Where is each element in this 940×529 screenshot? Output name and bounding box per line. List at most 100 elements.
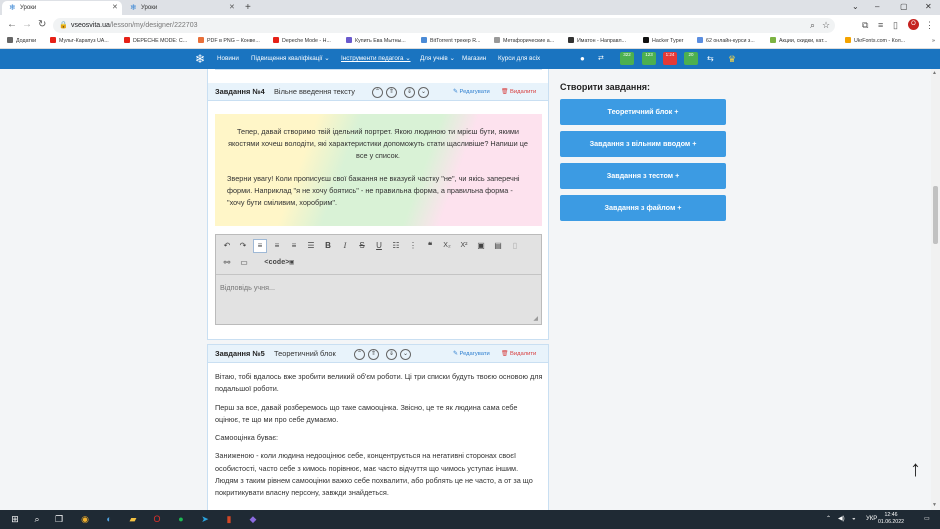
- edge-icon[interactable]: ◐: [102, 513, 116, 526]
- back-icon[interactable]: ←: [7, 18, 17, 32]
- tab-search-icon[interactable]: ⌄: [852, 0, 859, 14]
- move-top-icon[interactable]: ⇑: [386, 87, 397, 98]
- underline-icon[interactable]: U: [372, 239, 386, 253]
- redo-icon[interactable]: ↷: [236, 239, 250, 253]
- code-icon[interactable]: <code>▣: [258, 256, 300, 270]
- task-view-icon[interactable]: ❐: [52, 513, 66, 526]
- add-test-task-button[interactable]: Завдання з тестом +: [560, 163, 726, 189]
- transfer-icon[interactable]: ⇆: [707, 49, 714, 69]
- browser-tab-1[interactable]: ❄ Уроки ✕: [2, 1, 122, 15]
- bookmark-item[interactable]: Акции, скидки, кат...: [770, 35, 828, 48]
- profile-avatar[interactable]: O: [908, 19, 919, 30]
- chrome-icon[interactable]: ◉: [78, 513, 92, 526]
- powerpoint-icon[interactable]: ▮: [222, 513, 236, 526]
- cart-badge[interactable]: 1:24: [663, 52, 677, 65]
- bookmark-item[interactable]: Depeche Mode - H...: [273, 35, 331, 48]
- image-icon[interactable]: ▣: [474, 239, 488, 253]
- quote-icon[interactable]: ❝: [423, 239, 437, 253]
- close-icon[interactable]: ✕: [229, 1, 235, 15]
- spotify-icon[interactable]: ●: [174, 513, 188, 526]
- opera-icon[interactable]: O: [150, 513, 164, 526]
- close-window-button[interactable]: ✕: [925, 0, 932, 14]
- bookmark-item[interactable]: DEPECHE MODE: C...: [124, 35, 187, 48]
- align-center-icon[interactable]: ≡: [270, 239, 284, 253]
- add-file-task-button[interactable]: Завдання з файлом +: [560, 195, 726, 221]
- file-explorer-icon[interactable]: ▰: [126, 513, 140, 526]
- resize-handle-icon[interactable]: ◢: [533, 315, 538, 322]
- subscript-icon[interactable]: X₂: [440, 239, 454, 253]
- align-justify-icon[interactable]: ☰: [304, 239, 318, 253]
- messages-badge[interactable]: 322: [620, 52, 634, 65]
- notifications-icon[interactable]: ▭: [924, 510, 930, 529]
- bookmark-item[interactable]: UkrFonts.com - Кол...: [845, 35, 905, 48]
- document-icon[interactable]: ▤: [491, 239, 505, 253]
- bookmark-item[interactable]: Иматон - Направл...: [568, 35, 626, 48]
- numbered-list-icon[interactable]: ⋮: [406, 239, 420, 253]
- move-up-icon[interactable]: ⌃: [354, 349, 365, 360]
- side-panel-icon[interactable]: ▯: [893, 18, 898, 32]
- avatar[interactable]: ●: [580, 49, 585, 69]
- add-theory-block-button[interactable]: Теоретичний блок +: [560, 99, 726, 125]
- volume-icon[interactable]: ◀): [838, 510, 845, 529]
- bookmark-apps[interactable]: Додатки: [7, 35, 36, 48]
- file-icon[interactable]: ▯: [508, 239, 522, 253]
- bookmark-item[interactable]: Купить Ева Мытны...: [346, 35, 406, 48]
- move-bottom-icon[interactable]: ⇓: [386, 349, 397, 360]
- bookmark-item[interactable]: PDF в PNG – Конве...: [198, 35, 260, 48]
- delete-button[interactable]: 🗑 Видалити: [501, 345, 536, 363]
- more-bookmarks-icon[interactable]: »: [932, 35, 935, 48]
- nav-qualification[interactable]: Підвищення кваліфікації ⌄: [251, 49, 330, 69]
- link-icon[interactable]: ⚯: [220, 256, 234, 270]
- nav-news[interactable]: Новини: [217, 49, 239, 69]
- tray-expand-icon[interactable]: ⌃: [826, 510, 831, 529]
- bullet-list-icon[interactable]: ☷: [389, 239, 403, 253]
- new-tab-button[interactable]: +: [245, 1, 251, 14]
- windows-start-icon[interactable]: ⊞: [8, 513, 22, 526]
- strikethrough-icon[interactable]: S: [355, 239, 369, 253]
- site-logo-icon[interactable]: ❄: [195, 52, 205, 66]
- move-down-icon[interactable]: ⌄: [418, 87, 429, 98]
- scroll-up-icon[interactable]: ▲: [932, 70, 937, 76]
- extensions-icon[interactable]: ⧉: [862, 18, 868, 32]
- bookmark-item[interactable]: 62 онлайн-курси з...: [697, 35, 755, 48]
- coins-badge[interactable]: 20: [684, 52, 698, 65]
- minimize-button[interactable]: –: [875, 0, 879, 14]
- bookmark-item[interactable]: Метафорические а...: [494, 35, 554, 48]
- edit-button[interactable]: ✎ Редагувати: [453, 83, 490, 101]
- language-indicator[interactable]: УКР: [866, 510, 877, 529]
- reload-icon[interactable]: ↻: [38, 18, 46, 32]
- browser-tab-2[interactable]: ❄ Уроки ✕: [123, 1, 241, 15]
- nav-shop[interactable]: Магазин: [462, 49, 486, 69]
- bold-icon[interactable]: B: [321, 239, 335, 253]
- italic-icon[interactable]: I: [338, 239, 352, 253]
- language-icon[interactable]: ⇄: [598, 49, 604, 69]
- superscript-icon[interactable]: X²: [457, 239, 471, 253]
- scrollbar-thumb[interactable]: [933, 186, 938, 244]
- add-free-input-task-button[interactable]: Завдання з вільним вводом +: [560, 131, 726, 157]
- comment-icon[interactable]: ▭: [237, 256, 251, 270]
- delete-button[interactable]: 🗑 Видалити: [501, 83, 536, 101]
- address-bar[interactable]: 🔒 vseosvita.ua/lesson/my/designer/222703…: [53, 18, 835, 33]
- nav-courses[interactable]: Курси для всіх: [498, 49, 540, 69]
- bookmark-item[interactable]: BitTorrent трекер R...: [421, 35, 480, 48]
- move-down-icon[interactable]: ⌄: [400, 349, 411, 360]
- bookmark-star-icon[interactable]: ☆: [822, 18, 830, 32]
- bookmark-item[interactable]: Hacker Typer: [643, 35, 683, 48]
- telegram-icon[interactable]: ➤: [198, 513, 212, 526]
- move-up-icon[interactable]: ⌃: [372, 87, 383, 98]
- reading-list-icon[interactable]: ≡: [878, 18, 883, 32]
- undo-icon[interactable]: ↶: [220, 239, 234, 253]
- search-icon[interactable]: ⌕: [30, 513, 44, 526]
- zoom-icon[interactable]: ⌕: [810, 18, 815, 32]
- answer-input[interactable]: Відповідь учня...: [220, 283, 275, 292]
- system-clock[interactable]: 12:46 01.06.2022: [878, 512, 904, 526]
- nav-teacher-tools[interactable]: Інструменти педагога ⌄: [341, 49, 411, 69]
- forward-icon[interactable]: →: [22, 18, 32, 32]
- align-right-icon[interactable]: ≡: [287, 239, 301, 253]
- page-scrollbar[interactable]: ▲ ▼: [931, 69, 940, 510]
- notifications-badge[interactable]: 123: [642, 52, 656, 65]
- app-icon[interactable]: ◆: [246, 513, 260, 526]
- maximize-button[interactable]: ▢: [900, 0, 908, 14]
- network-icon[interactable]: ◒: [852, 510, 856, 529]
- align-left-icon[interactable]: ≡: [253, 239, 267, 253]
